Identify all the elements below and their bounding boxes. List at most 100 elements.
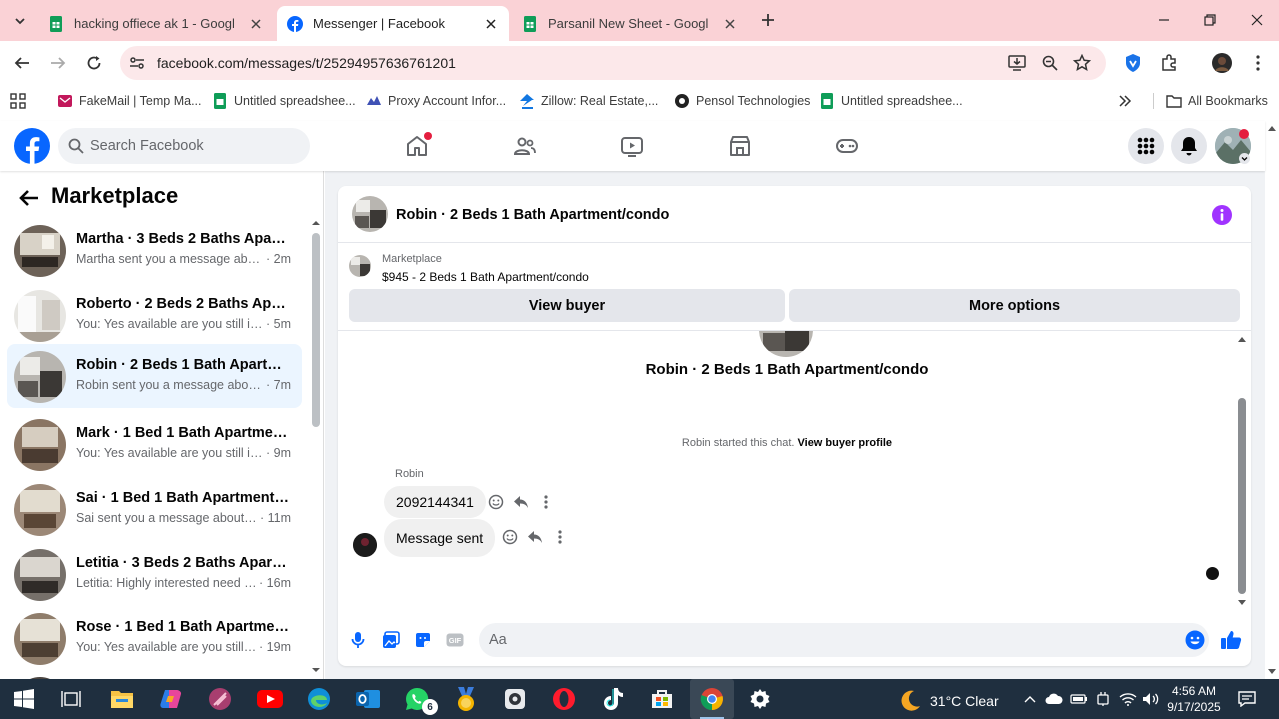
more-actions-button[interactable] — [537, 493, 555, 511]
onedrive-tray-icon[interactable] — [1045, 690, 1063, 708]
notification-center-button[interactable] — [1238, 690, 1256, 708]
conversation-item[interactable]: Mark · 1 Bed 1 Bath Apartment/... You: Y… — [7, 412, 302, 476]
sidebar-scrollbar-thumb[interactable] — [312, 233, 320, 427]
settings-taskbar-button[interactable] — [746, 685, 774, 713]
install-app-icon[interactable] — [1008, 54, 1026, 72]
conversation-item[interactable] — [7, 670, 302, 679]
star-icon[interactable] — [1073, 54, 1091, 72]
copilot-button[interactable] — [157, 685, 185, 713]
buyer-avatar[interactable] — [759, 331, 813, 357]
emoji-button[interactable] — [1184, 629, 1206, 651]
task-view-button[interactable] — [57, 685, 85, 713]
tab-hacking-offiece[interactable]: hacking offiece ak 1 - Google Sh — [38, 6, 274, 41]
clock[interactable]: 4:56 AM 9/17/2025 — [1164, 683, 1224, 715]
app-medal-button[interactable] — [452, 685, 480, 713]
more-options-button[interactable]: More options — [789, 289, 1240, 322]
bookmark-untitled-2[interactable]: Untitled spreadshee... — [819, 91, 963, 111]
chrome-taskbar-button[interactable] — [690, 679, 734, 719]
view-buyer-button[interactable]: View buyer — [349, 289, 785, 322]
zoom-icon[interactable] — [1041, 54, 1059, 72]
nav-gaming[interactable] — [834, 133, 860, 159]
close-tab-icon[interactable] — [483, 16, 499, 32]
react-button[interactable] — [487, 493, 505, 511]
info-icon[interactable] — [1212, 205, 1232, 225]
arrow-left-icon[interactable] — [18, 187, 40, 209]
chat-avatar[interactable] — [352, 196, 388, 232]
more-actions-button[interactable] — [551, 528, 569, 546]
reply-button[interactable] — [526, 528, 544, 546]
volume-tray-icon[interactable] — [1142, 690, 1160, 708]
message-bubble[interactable]: Message sent — [384, 519, 496, 557]
reply-button[interactable] — [512, 493, 530, 511]
page-scrollbar[interactable] — [1265, 121, 1279, 679]
view-buyer-profile-link[interactable]: View buyer profile — [798, 437, 893, 449]
conversation-item[interactable]: Martha · 3 Beds 2 Baths Apartm... Martha… — [7, 218, 302, 282]
nav-friends[interactable] — [512, 133, 538, 159]
nav-video[interactable] — [619, 133, 645, 159]
restore-button[interactable] — [1198, 8, 1222, 32]
attach-photo-button[interactable] — [380, 629, 402, 651]
new-tab-button[interactable] — [757, 9, 779, 31]
weather-widget[interactable]: 31°C Clear — [898, 689, 999, 713]
conversation-item[interactable]: Sai · 1 Bed 1 Bath Apartment/co... Sai s… — [7, 477, 302, 541]
listing-price[interactable]: $945 - 2 Beds 1 Bath Apartment/condo — [382, 270, 589, 284]
show-hidden-icons-button[interactable] — [1021, 690, 1039, 708]
voice-clip-button[interactable] — [347, 629, 369, 651]
chevron-down-icon[interactable] — [1239, 153, 1250, 164]
like-button[interactable] — [1220, 629, 1242, 651]
file-explorer-button[interactable] — [108, 685, 136, 713]
wifi-tray-icon[interactable] — [1119, 690, 1137, 708]
app-settings-dark-button[interactable] — [501, 685, 529, 713]
profile-avatar[interactable] — [1211, 52, 1233, 74]
chrome-menu-button[interactable] — [1247, 52, 1269, 74]
close-tab-icon[interactable] — [248, 16, 264, 32]
youtube-button[interactable] — [256, 685, 284, 713]
react-button[interactable] — [501, 528, 519, 546]
close-window-button[interactable] — [1245, 8, 1269, 32]
listing-thumbnail[interactable] — [349, 255, 371, 277]
facebook-search-box[interactable]: Search Facebook — [58, 128, 310, 164]
menu-button[interactable] — [1128, 128, 1164, 164]
chat-scrollbar-thumb[interactable] — [1238, 398, 1246, 594]
sticker-button[interactable] — [412, 629, 434, 651]
tiktok-button[interactable] — [599, 685, 627, 713]
bookmark-zillow[interactable]: Zillow: Real Estate,... — [519, 91, 658, 111]
conversation-item-active[interactable]: Robin · 2 Beds 1 Bath Apartmen... Robin … — [7, 344, 302, 408]
bookmark-proxy[interactable]: Proxy Account Infor... — [366, 91, 506, 111]
microsoft-store-button[interactable] — [648, 685, 676, 713]
conversation-item[interactable]: Letitia · 3 Beds 2 Baths Apartme... Leti… — [7, 542, 302, 606]
back-button[interactable] — [10, 51, 34, 75]
minimize-button[interactable] — [1152, 8, 1176, 32]
forward-button[interactable] — [46, 51, 70, 75]
reload-button[interactable] — [82, 51, 106, 75]
tab-parsanil[interactable]: Parsanil New Sheet - Google Sh — [512, 6, 748, 41]
bookmark-untitled-1[interactable]: Untitled spreadshee... — [212, 91, 356, 111]
chat-title[interactable]: Robin · 2 Beds 1 Bath Apartment/condo — [396, 207, 669, 223]
outlook-button[interactable] — [354, 685, 382, 713]
extensions-button[interactable] — [1158, 52, 1180, 74]
apps-button[interactable] — [10, 91, 26, 111]
conversation-item[interactable]: Rose · 1 Bed 1 Bath Apartment/c... You: … — [7, 606, 302, 670]
battery-tray-icon[interactable] — [1070, 690, 1088, 708]
message-input[interactable] — [479, 623, 1209, 657]
edge-button[interactable] — [305, 685, 333, 713]
message-bubble[interactable]: 2092144341 — [384, 486, 486, 518]
close-tab-icon[interactable] — [722, 16, 738, 32]
conversation-item[interactable]: Roberto · 2 Beds 2 Baths Apart... You: Y… — [7, 283, 302, 347]
start-button[interactable] — [10, 685, 38, 713]
site-info-icon[interactable] — [128, 54, 146, 72]
bookmark-pensol[interactable]: Pensol Technologies — [674, 91, 810, 111]
address-bar[interactable]: facebook.com/messages/t/2529495763676120… — [120, 46, 1106, 80]
tab-messenger[interactable]: Messenger | Facebook — [277, 6, 509, 41]
extension-shield-button[interactable] — [1122, 52, 1144, 74]
usb-tray-icon[interactable] — [1094, 690, 1112, 708]
tab-search-button[interactable] — [8, 9, 32, 33]
notifications-button[interactable] — [1171, 128, 1207, 164]
gif-button[interactable]: GIF — [444, 629, 466, 651]
opera-button[interactable] — [550, 685, 578, 713]
more-bookmarks-button[interactable] — [1118, 91, 1132, 111]
nav-marketplace[interactable] — [727, 133, 753, 159]
facebook-logo-icon[interactable] — [14, 128, 50, 164]
app-button[interactable] — [206, 685, 234, 713]
all-bookmarks-button[interactable]: All Bookmarks — [1166, 91, 1268, 111]
